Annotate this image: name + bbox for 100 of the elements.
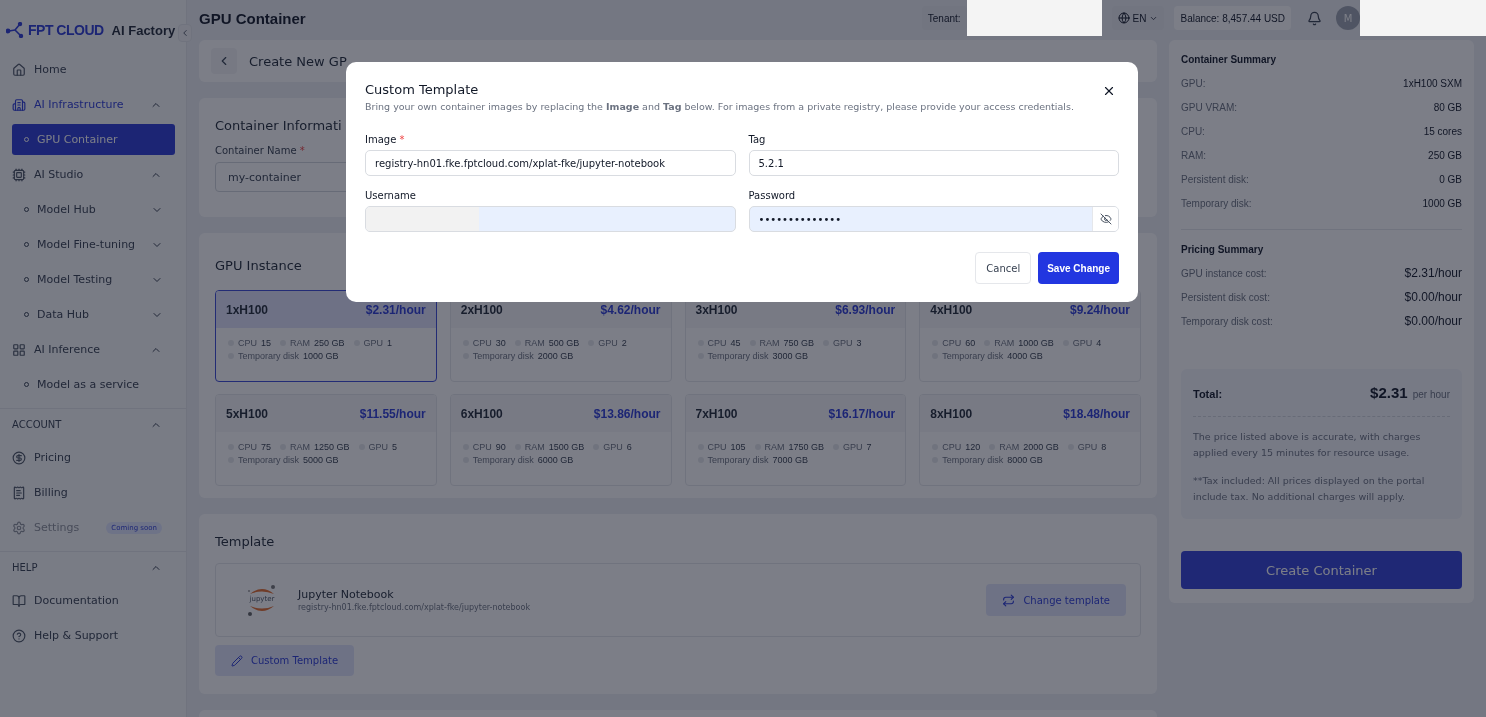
spec-text: Temporary disk 1000 GB <box>228 351 339 361</box>
spec-text: RAM 750 GB <box>749 338 815 348</box>
gpu-price: $13.86/hour <box>593 406 661 421</box>
spec-text: CPU 45 <box>697 338 741 348</box>
summary-label: Temporary disk: <box>1181 197 1252 209</box>
gpu-option-card[interactable]: 7xH100 $16.17/hour CPU 105 RAM 1750 GB GPU 7 Temporary disk 7000 GB <box>684 394 907 486</box>
gpu-name: 6xH100 <box>460 406 503 421</box>
gpu-option-card[interactable]: 8xH100 $18.48/hour CPU 120 RAM 2000 GB GPU 8 Temporary disk 8000 GB <box>919 394 1141 486</box>
field-label: Image * <box>365 134 406 147</box>
chip-icon <box>12 167 26 182</box>
section-title: GPU Instance <box>215 258 302 273</box>
receipt-icon <box>12 485 26 500</box>
gpu-name: 4xH100 <box>930 302 973 317</box>
gpu-price: $11.55/hour <box>359 406 426 421</box>
template-name: Jupyter Notebook <box>298 588 395 601</box>
gpu-name: 7xH100 <box>695 406 738 421</box>
nav-item[interactable]: Documentation <box>0 583 186 618</box>
save-change-button[interactable]: Save Change <box>1038 252 1119 284</box>
gpu-name: 1xH100 <box>226 302 269 317</box>
settings-icon <box>12 520 26 535</box>
nav-subitem[interactable]: GPU Container <box>12 124 175 155</box>
pencil-icon <box>231 654 243 667</box>
spec-text: CPU 30 <box>462 338 506 348</box>
nav-item[interactable]: Billing <box>0 475 186 510</box>
nav-item[interactable]: AI Inference <box>0 332 186 367</box>
gpu-price: $6.93/hour <box>835 302 896 317</box>
spec-text: RAM 2000 GB <box>989 442 1059 452</box>
create-container-button[interactable]: Create Container <box>1181 551 1462 589</box>
gpu-option-card[interactable]: 6xH100 $13.86/hour CPU 90 RAM 1500 GB GPU 6 Temporary disk 6000 GB <box>449 394 672 486</box>
section-heading[interactable]: ACCOUNT <box>0 408 186 440</box>
spec-text: GPU 2 <box>588 338 627 348</box>
total-label: Total: <box>1193 388 1223 400</box>
nav-item[interactable]: Help & Support <box>0 618 186 653</box>
spec-text: RAM 250 GB <box>280 338 345 348</box>
nav-subitem[interactable]: Model Hub <box>12 194 175 225</box>
spec-text: Temporary disk 3000 GB <box>697 351 809 361</box>
cancel-button[interactable]: Cancel <box>975 252 1032 284</box>
summary-label: CPU: <box>1181 125 1205 137</box>
template-image: registry-hn01.fke.fptcloud.com/xplat-fke/jupyter-notebook <box>298 603 531 612</box>
pricing-value: $2.31/hour <box>1404 266 1462 280</box>
summary-label: RAM: <box>1181 149 1206 161</box>
spec-text: GPU 7 <box>833 442 872 452</box>
summary-label: Persistent disk: <box>1181 173 1249 185</box>
summary-label: GPU: <box>1181 77 1206 89</box>
spec-text: RAM 500 GB <box>514 338 580 348</box>
section-heading[interactable]: HELP <box>0 551 186 583</box>
repeat-icon <box>1002 593 1016 607</box>
nav-item[interactable]: AI Infrastructure <box>0 87 186 122</box>
book-icon <box>12 593 26 608</box>
dollar-icon <box>12 450 26 465</box>
nav-item[interactable]: Pricing <box>0 440 186 475</box>
section-title: Container Informati <box>215 118 342 133</box>
nav-subitem[interactable]: Model Fine-tuning <box>12 229 175 260</box>
logo-icon <box>6 22 24 38</box>
spec-text: GPU 1 <box>353 338 393 348</box>
summary-value: 80 GB <box>1433 101 1462 113</box>
collapse-sidebar-button[interactable] <box>178 24 192 42</box>
input-field[interactable]: 5.2.1 <box>748 150 1119 176</box>
password-field[interactable]: •••••••••••••• <box>748 206 1119 232</box>
spec-text: Temporary disk 8000 GB <box>932 455 1043 465</box>
page-heading: GPU Container <box>199 9 307 27</box>
summary-value: 15 cores <box>1423 125 1462 137</box>
pricing-label: GPU instance cost: <box>1181 267 1267 279</box>
field-label: Username <box>365 190 417 203</box>
input-field[interactable]: registry-hn01.fke.fptcloud.com/xplat-fke/jupyter-notebook <box>365 150 736 176</box>
globe-icon <box>1117 12 1130 24</box>
input-field[interactable] <box>365 206 736 232</box>
brand-name: FPT CLOUD <box>28 22 104 38</box>
field-label: Container Name * <box>215 145 306 156</box>
spec-text: Temporary disk 4000 GB <box>932 351 1043 361</box>
eye-off-icon <box>1099 213 1112 225</box>
custom-template-button[interactable]: Custom Template <box>215 645 355 676</box>
help-icon <box>12 628 26 643</box>
hide-password-button[interactable] <box>1092 207 1118 231</box>
spec-text: CPU 15 <box>228 338 272 348</box>
summary-title: Pricing Summary <box>1181 244 1265 255</box>
gpu-name: 2xH100 <box>460 302 503 317</box>
summary-value: 0 GB <box>1439 173 1462 185</box>
spec-text: RAM 1250 GB <box>280 442 350 452</box>
grid-icon <box>12 342 26 357</box>
nav-subitem[interactable]: Model as a service <box>12 369 175 400</box>
notification-bell-icon[interactable] <box>1307 10 1322 26</box>
nav-subitem[interactable]: Model Testing <box>12 264 175 295</box>
gpu-name: 5xH100 <box>226 406 269 421</box>
pricing-value: $0.00/hour <box>1404 290 1462 304</box>
nav-subitem[interactable]: Data Hub <box>12 299 175 330</box>
section-title: Template <box>215 534 275 549</box>
spec-text: GPU 5 <box>358 442 398 452</box>
spec-text: RAM 1500 GB <box>514 442 585 452</box>
spec-text: Temporary disk 7000 GB <box>697 455 809 465</box>
spec-text: Temporary disk 5000 GB <box>228 455 339 465</box>
change-template-button[interactable]: Change template <box>986 584 1126 616</box>
spec-text: GPU 8 <box>1067 442 1107 452</box>
spec-text: CPU 60 <box>932 338 976 348</box>
nav-item[interactable]: AI Studio <box>0 157 186 192</box>
nav-item[interactable]: Home <box>0 52 186 87</box>
spec-text: GPU 3 <box>823 338 862 348</box>
total-value: $2.31 <box>1370 384 1408 401</box>
gpu-option-card[interactable]: 5xH100 $11.55/hour CPU 75 RAM 1250 GB GPU 5 Temporary disk 5000 GB <box>215 394 437 486</box>
spec-text: CPU 75 <box>228 442 272 452</box>
